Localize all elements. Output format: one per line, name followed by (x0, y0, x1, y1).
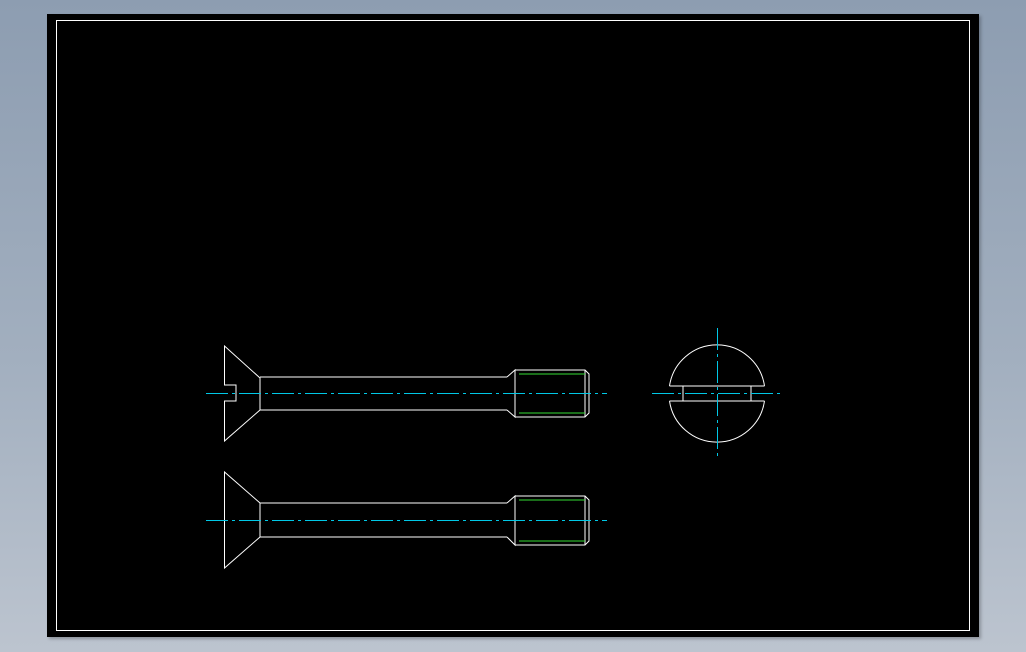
sheet-border-frame (56, 20, 970, 631)
drawing-canvas[interactable] (0, 0, 1026, 652)
cad-viewport[interactable] (0, 0, 1026, 652)
